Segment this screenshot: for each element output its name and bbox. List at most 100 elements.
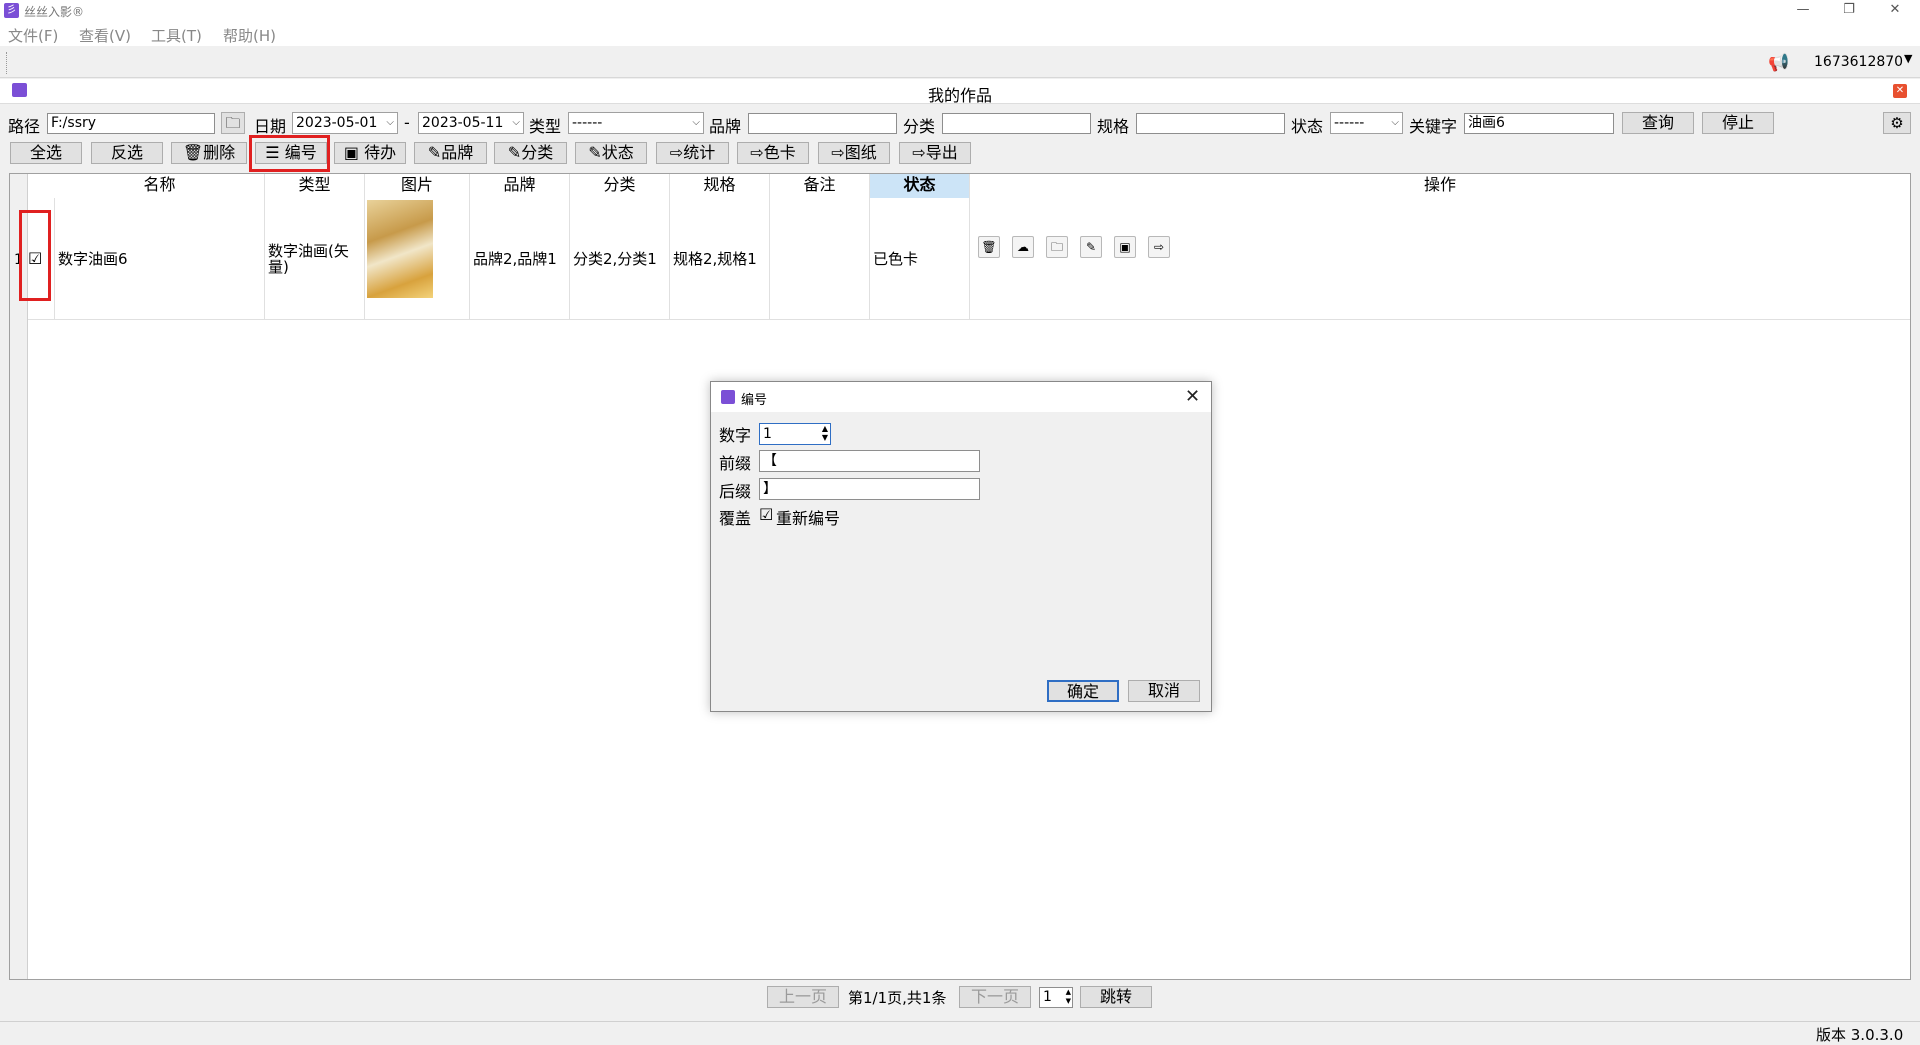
column-header-status[interactable]: 状态 xyxy=(870,174,970,198)
type-select[interactable]: ------ ⌵ xyxy=(568,112,704,134)
brand-button[interactable]: ✎品牌 xyxy=(414,142,487,164)
clipboard-icon[interactable]: ▣ xyxy=(1114,236,1136,258)
status-select[interactable]: ------ ⌵ xyxy=(1330,112,1403,134)
export-button[interactable]: ⇨导出 xyxy=(899,142,971,164)
cell-name: 数字油画6 xyxy=(58,250,128,268)
stats-button[interactable]: ⇨统计 xyxy=(656,142,729,164)
column-header-type[interactable]: 类型 xyxy=(265,174,365,198)
export-icon: ⇨ xyxy=(831,143,845,162)
page-info: 第1/1页,共1条 xyxy=(848,989,947,1007)
prev-page-button[interactable]: 上一页 xyxy=(767,986,839,1008)
column-header-category[interactable]: 分类 xyxy=(570,174,670,198)
column-header-spec[interactable]: 规格 xyxy=(670,174,770,198)
path-input[interactable]: F:/ssry xyxy=(47,113,215,134)
panel-close-icon[interactable]: ✕ xyxy=(1893,84,1907,98)
dialog-title-bar: 编号 ✕ xyxy=(711,382,1211,412)
jump-button[interactable]: 跳转 xyxy=(1080,986,1152,1008)
title-bar: 彡 丝丝入影® — ❐ ✕ xyxy=(0,0,1920,22)
chevron-down-icon: ⌵ xyxy=(692,117,700,128)
close-icon[interactable]: ✕ xyxy=(1185,386,1200,407)
cancel-button[interactable]: 取消 xyxy=(1128,680,1200,702)
date-from-picker[interactable]: 2023-05-01 ⌵ xyxy=(292,112,398,134)
toolbar-grip[interactable] xyxy=(6,52,9,74)
folder-icon[interactable]: 🗀 xyxy=(1046,236,1068,258)
next-page-button[interactable]: 下一页 xyxy=(959,986,1031,1008)
trash-icon[interactable]: 🗑 xyxy=(978,236,1000,258)
number-stepper[interactable]: 1 ▲ ▼ xyxy=(759,423,831,445)
column-header-image[interactable]: 图片 xyxy=(365,174,470,198)
column-header-name[interactable]: 名称 xyxy=(55,174,265,198)
edit-icon[interactable]: ✎ xyxy=(1080,236,1102,258)
export-icon: ⇨ xyxy=(912,143,926,162)
menu-file[interactable]: 文件(F) xyxy=(8,25,58,46)
number-label: 数字 xyxy=(719,426,752,445)
menu-tools[interactable]: 工具(T) xyxy=(151,25,202,46)
annotation-highlight-checkbox xyxy=(19,210,51,301)
gear-icon[interactable]: ⚙ xyxy=(1883,112,1911,134)
panel-header: 我的作品 ✕ xyxy=(0,79,1920,105)
spin-arrows-icon: ▲ ▼ xyxy=(821,424,828,442)
dialog-logo-icon xyxy=(721,390,735,404)
cell-type: 数字油画(矢量) xyxy=(268,241,349,276)
prefix-label: 前缀 xyxy=(719,454,752,473)
menu-bar: 文件(F) 查看(V) 工具(T) 帮助(H) xyxy=(0,22,1920,46)
minimize-button[interactable]: — xyxy=(1780,0,1826,22)
cell-spec: 规格2,规格1 xyxy=(673,250,757,268)
select-all-button[interactable]: 全选 xyxy=(10,142,82,164)
cloud-icon[interactable]: ☁ xyxy=(1012,236,1034,258)
chevron-down-icon: ⌵ xyxy=(1391,117,1399,128)
chevron-down-icon: ⌵ xyxy=(512,117,520,128)
brand-input[interactable] xyxy=(748,113,897,134)
status-label: 状态 xyxy=(1291,117,1324,136)
color-card-button[interactable]: ⇨色卡 xyxy=(737,142,809,164)
cell-category: 分类2,分类1 xyxy=(573,250,657,268)
keyword-input[interactable]: 油画6 xyxy=(1464,113,1614,134)
version-label: 版本 3.0.3.0 xyxy=(1816,1026,1904,1044)
suffix-input[interactable]: 】 xyxy=(759,478,980,500)
menu-view[interactable]: 查看(V) xyxy=(79,25,131,46)
prefix-input[interactable]: 【 xyxy=(759,450,980,472)
category-button[interactable]: ✎分类 xyxy=(494,142,567,164)
ok-button[interactable]: 确定 xyxy=(1047,680,1119,702)
path-label: 路径 xyxy=(8,117,41,136)
delete-button[interactable]: 🗑删除 xyxy=(171,142,247,164)
spec-input[interactable] xyxy=(1136,113,1285,134)
page-number-stepper[interactable]: 1 ▲ ▼ xyxy=(1039,987,1073,1008)
close-window-button[interactable]: ✕ xyxy=(1872,0,1918,22)
invert-selection-button[interactable]: 反选 xyxy=(91,142,163,164)
category-label: 分类 xyxy=(903,117,936,136)
status-bar: 版本 3.0.3.0 xyxy=(0,1021,1920,1044)
folder-icon[interactable]: 🗀 xyxy=(221,112,245,134)
drawing-button[interactable]: ⇨图纸 xyxy=(818,142,890,164)
keyword-label: 关键字 xyxy=(1409,117,1458,136)
status-button[interactable]: ✎状态 xyxy=(575,142,647,164)
renumber-checkbox[interactable]: ☑ xyxy=(759,505,773,524)
cell-status: 已色卡 xyxy=(873,250,919,268)
category-input[interactable] xyxy=(942,113,1091,134)
megaphone-icon[interactable]: 📢 xyxy=(1768,53,1789,73)
pencil-icon: ✎ xyxy=(588,143,602,162)
cell-brand: 品牌2,品牌1 xyxy=(473,250,557,268)
annotation-highlight-number-button xyxy=(249,135,330,172)
user-toolbar: 📢 1673612870 ▼ xyxy=(0,46,1920,78)
artwork-thumbnail[interactable] xyxy=(367,200,433,298)
todo-button[interactable]: ▣ 待办 xyxy=(334,142,406,164)
export-icon[interactable]: ⇨ xyxy=(1148,236,1170,258)
column-header-note[interactable]: 备注 xyxy=(770,174,870,198)
stop-button[interactable]: 停止 xyxy=(1702,112,1774,134)
spec-label: 规格 xyxy=(1097,117,1130,136)
renumber-label[interactable]: 重新编号 xyxy=(776,505,840,529)
column-header-brand[interactable]: 品牌 xyxy=(470,174,570,198)
chevron-down-icon[interactable]: ▼ xyxy=(1904,52,1912,65)
user-id[interactable]: 1673612870 xyxy=(1814,54,1903,70)
spin-arrows-icon: ▲ ▼ xyxy=(1065,988,1071,1005)
query-button[interactable]: 查询 xyxy=(1622,112,1694,134)
restore-button[interactable]: ❐ xyxy=(1826,0,1872,22)
dialog-title: 编号 xyxy=(741,393,768,408)
date-to-picker[interactable]: 2023-05-11 ⌵ xyxy=(418,112,524,134)
chevron-down-icon: ⌵ xyxy=(386,117,394,128)
type-label: 类型 xyxy=(529,117,562,136)
date-label: 日期 xyxy=(254,117,287,136)
overwrite-label: 覆盖 xyxy=(719,509,752,528)
menu-help[interactable]: 帮助(H) xyxy=(223,25,276,46)
